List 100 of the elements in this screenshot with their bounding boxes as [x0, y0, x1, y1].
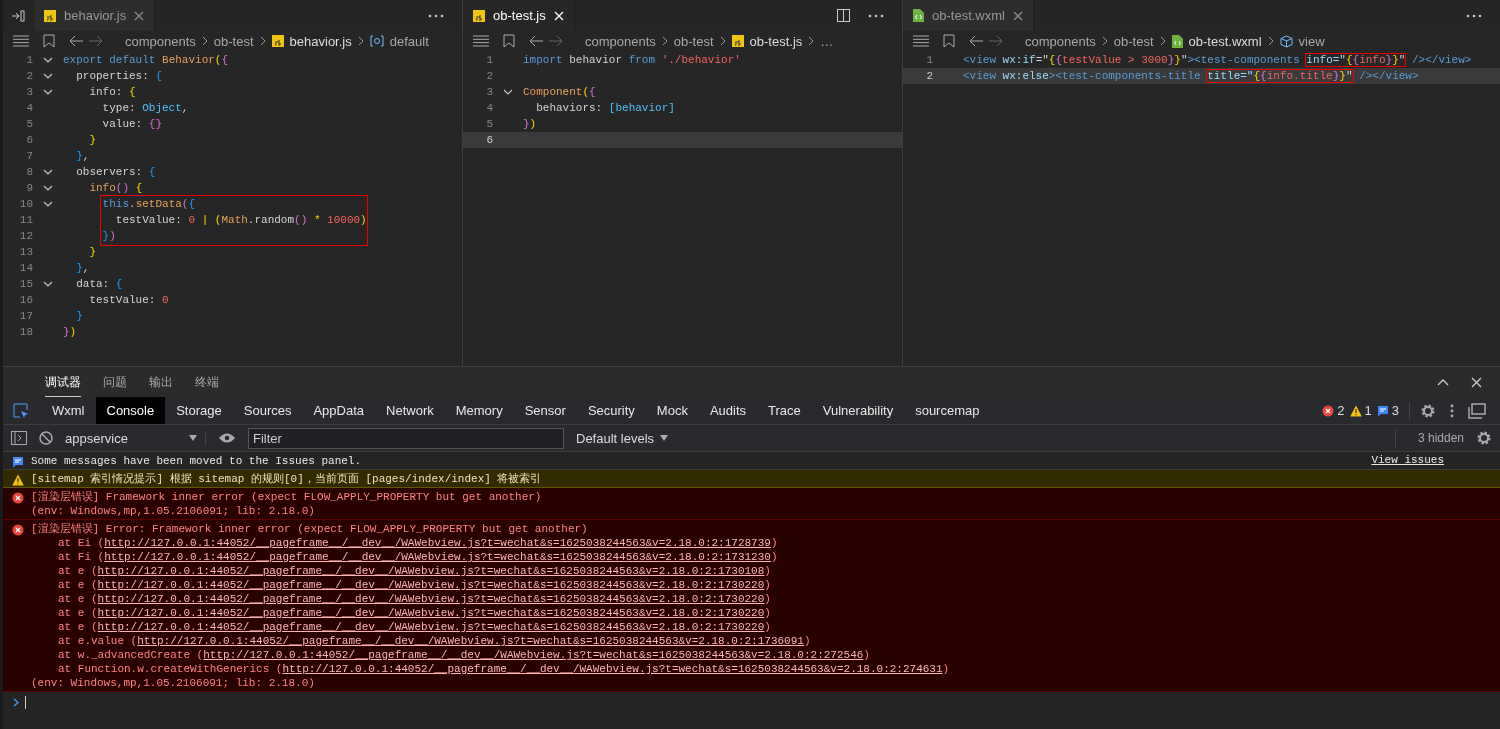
clear-console-icon[interactable] — [39, 431, 53, 445]
settings-icon[interactable] — [1476, 430, 1492, 446]
stack-link[interactable]: http://127.0.0.1:44052/__pageframe__/__dev__/WAWebview.js?t=wechat&s=1625038244563&v=2.18.0:2:1728739 — [104, 537, 771, 549]
devtools-tab[interactable]: Sources — [232, 397, 303, 424]
panel-tab[interactable]: 输出 — [149, 367, 173, 397]
breadcrumb-item[interactable]: ob-test — [673, 33, 714, 49]
breadcrumb-item[interactable]: default — [389, 33, 429, 49]
stack-link[interactable]: http://127.0.0.1:44052/__pageframe__/__dev__/WAWebview.js?t=wechat&s=1625038244563&v=2.18.0:2:1730220 — [97, 621, 765, 633]
editor-tab[interactable]: ob-test.wxml — [903, 0, 1034, 31]
devtools-tab[interactable]: Trace — [757, 397, 812, 424]
more-vertical-icon[interactable] — [1450, 403, 1454, 418]
js-file-icon — [271, 35, 284, 47]
chevron-down-icon[interactable] — [43, 185, 53, 191]
back-arrow-icon[interactable] — [529, 35, 543, 47]
issue-count[interactable]: 1 — [1364, 403, 1372, 418]
error-icon — [1322, 404, 1335, 417]
back-arrow-icon[interactable] — [69, 35, 83, 47]
breadcrumb-item[interactable]: view — [1298, 33, 1325, 49]
stack-line: at e (http://127.0.0.1:44052/__pageframe__/__dev__/WAWebview.js?t=wechat&s=1625038244563&v=2.18.0:2:1730220) — [57, 620, 772, 634]
stack-link[interactable]: http://127.0.0.1:44052/__pageframe__/__dev__/WAWebview.js?t=wechat&s=1625038244563&v=2.18.0:2:1730220 — [97, 579, 765, 591]
close-icon[interactable] — [1471, 376, 1482, 388]
panel-tab[interactable]: 终端 — [195, 367, 219, 397]
more-icon[interactable] — [428, 13, 444, 18]
chevron-down-icon[interactable] — [503, 89, 513, 95]
code-line: value: {} — [101, 118, 163, 130]
chevron-down-icon[interactable] — [43, 57, 53, 63]
devtools-tab[interactable]: Security — [576, 397, 646, 424]
code-file-icon — [913, 9, 924, 22]
breadcrumb-item[interactable]: components — [585, 33, 656, 49]
outline-list-icon[interactable] — [13, 35, 29, 47]
stack-link[interactable]: http://127.0.0.1:44052/__pageframe__/__dev__/WAWebview.js?t=wechat&s=1625038244563&v=2.18.0:2:1736091 — [137, 635, 804, 647]
chevron-down-icon[interactable] — [43, 89, 53, 95]
levels-dropdown[interactable]: Default levels — [576, 430, 669, 446]
breadcrumb-item[interactable]: behavior.js — [289, 33, 352, 49]
chevron-down-icon[interactable] — [43, 281, 53, 287]
more-icon[interactable] — [1466, 13, 1482, 18]
bookmark-icon[interactable] — [943, 34, 955, 48]
chevron-right-icon — [1101, 36, 1108, 46]
devtools-tab[interactable]: Storage — [165, 397, 233, 424]
back-arrow-icon[interactable] — [969, 35, 983, 47]
devtools-tab[interactable]: Sensor — [513, 397, 577, 424]
breadcrumb-item[interactable]: … — [820, 33, 834, 49]
sidebar-toggle-icon[interactable] — [11, 431, 27, 445]
tab-label[interactable]: ob-test.js — [493, 8, 546, 23]
chevron-up-icon[interactable] — [1437, 378, 1449, 386]
message-text: Some messages have been moved to the Issues panel. — [31, 454, 363, 468]
panel-tab[interactable]: 调试器 — [45, 367, 81, 397]
forward-arrow-icon[interactable] — [89, 35, 103, 47]
code-line: } — [75, 310, 83, 322]
bookmark-icon[interactable] — [43, 34, 55, 48]
chevron-down-icon[interactable] — [43, 73, 53, 79]
devtools-tab[interactable]: Audits — [698, 397, 758, 424]
editor-tab[interactable]: behavior.js — [34, 0, 156, 31]
code-line: info: { — [88, 86, 136, 98]
outline-list-icon[interactable] — [913, 35, 929, 47]
message-text: [渲染层错误] Framework inner error (expect FLOW_APPLY_PROPERTY but get another) — [31, 490, 543, 504]
filter-field[interactable]: Filter — [248, 427, 564, 449]
stack-link[interactable]: http://127.0.0.1:44052/__pageframe__/__dev__/WAWebview.js?t=wechat&s=1625038244563&v=2.18.0:2:1730220 — [97, 607, 765, 619]
breadcrumb-item[interactable]: components — [1025, 33, 1096, 49]
more-icon[interactable] — [868, 13, 884, 18]
stack-link[interactable]: http://127.0.0.1:44052/__pageframe__/__dev__/WAWebview.js?t=wechat&s=1625038244563&v=2.18.0:2:1731230 — [104, 551, 771, 563]
devtools-tab[interactable]: Network — [375, 397, 445, 424]
devtools-tab[interactable]: Wxml — [41, 397, 96, 424]
toggle-sidebar-icon[interactable] — [11, 8, 25, 23]
view-issues-link[interactable]: View issues — [1371, 454, 1444, 466]
split-editor-icon[interactable] — [837, 9, 850, 22]
tab-label[interactable]: ob-test.wxml — [932, 8, 1005, 23]
stack-link[interactable]: http://127.0.0.1:44052/__pageframe__/__dev__/WAWebview.js?t=wechat&s=1625038244563&v=2.18.0:2:1730108 — [97, 565, 765, 577]
forward-arrow-icon[interactable] — [989, 35, 1003, 47]
panel-tab[interactable]: 问题 — [103, 367, 127, 397]
eye-icon[interactable] — [218, 432, 236, 444]
devtools-tab[interactable]: Vulnerability — [811, 397, 905, 424]
devtools-tab[interactable]: AppData — [302, 397, 376, 424]
context-dropdown[interactable]: appservice — [65, 430, 206, 446]
stack-link[interactable]: http://127.0.0.1:44052/__pageframe__/__dev__/WAWebview.js?t=wechat&s=1625038244563&v=2.18.0:2:274631 — [282, 663, 943, 675]
breadcrumb-item[interactable]: ob-test — [1113, 33, 1154, 49]
tab-label[interactable]: behavior.js — [64, 8, 127, 23]
chevron-down-icon[interactable] — [43, 169, 53, 175]
inspect-icon[interactable] — [13, 402, 29, 419]
forward-arrow-icon[interactable] — [549, 35, 563, 47]
message-text: [sitemap 索引情况提示] 根据 sitemap 的规则[0]，当前页面 [pages/index/index] 将被索引 — [31, 472, 543, 486]
devtools-tab[interactable]: Mock — [645, 397, 699, 424]
breadcrumb-item[interactable]: components — [125, 33, 196, 49]
issue-count[interactable]: 2 — [1337, 403, 1345, 418]
breadcrumb-item[interactable]: ob-test.wxml — [1188, 33, 1262, 49]
settings-icon[interactable] — [1420, 402, 1436, 419]
breadcrumb-item[interactable]: ob-test — [213, 33, 254, 49]
outline-list-icon[interactable] — [473, 35, 489, 47]
stack-link[interactable]: http://127.0.0.1:44052/__pageframe__/__dev__/WAWebview.js?t=wechat&s=1625038244563&v=2.18.0:2:272546 — [203, 649, 864, 661]
devtools-tab[interactable]: sourcemap — [904, 397, 991, 424]
devtools-tab[interactable]: Memory — [444, 397, 514, 424]
bookmark-icon[interactable] — [503, 34, 515, 48]
stack-link[interactable]: http://127.0.0.1:44052/__pageframe__/__dev__/WAWebview.js?t=wechat&s=1625038244563&v=2.18.0:2:1730220 — [97, 593, 765, 605]
highlight-box: info="{{info}}" — [1306, 54, 1406, 66]
issue-count[interactable]: 3 — [1391, 403, 1399, 418]
chevron-down-icon[interactable] — [43, 201, 53, 207]
devtools-tab[interactable]: Console — [95, 397, 166, 424]
code-line: export default Behavior({ — [63, 54, 229, 66]
breadcrumb-item[interactable]: ob-test.js — [749, 33, 803, 49]
undock-icon[interactable] — [1468, 402, 1486, 419]
